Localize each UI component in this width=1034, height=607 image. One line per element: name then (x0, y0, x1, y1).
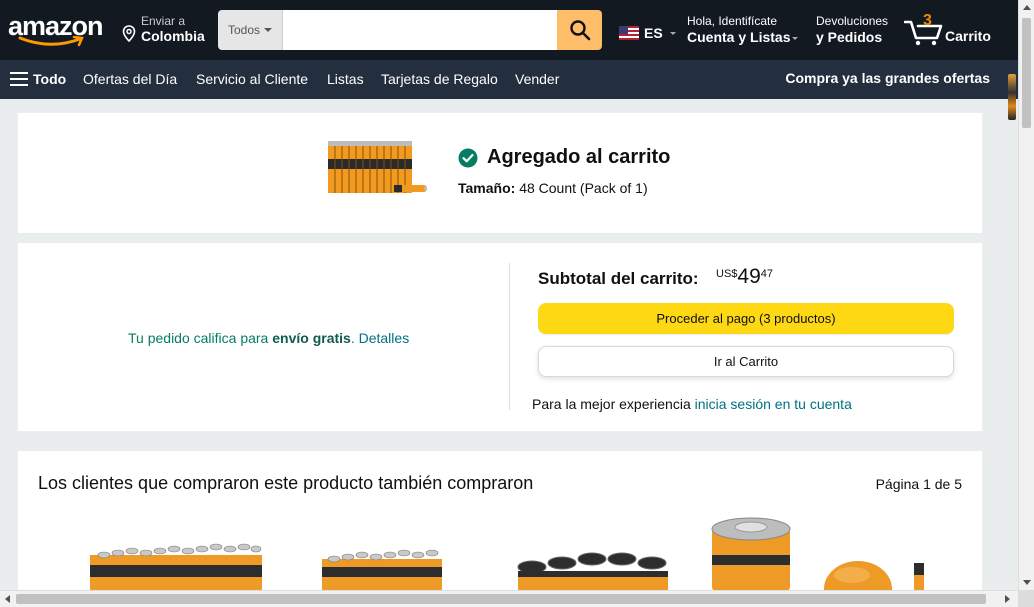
hamburger-icon (10, 72, 28, 86)
nav-link-gift-cards[interactable]: Tarjetas de Regalo (381, 71, 498, 87)
offscreen-product-peek (1008, 74, 1016, 120)
returns-orders-link[interactable]: Devoluciones y Pedidos (816, 14, 888, 45)
added-title: Agregado al carrito (458, 146, 670, 169)
product-size: Tamaño: 48 Count (Pack of 1) (458, 180, 648, 196)
smile-arrow-icon (18, 36, 84, 47)
signin-link[interactable]: inicia sesión en tu cuenta (695, 396, 852, 412)
all-menu-button[interactable]: Todo (10, 71, 66, 87)
subtotal-label: Subtotal del carrito: (538, 269, 699, 288)
recommendations-card: Los clientes que compraron este producto… (18, 451, 982, 590)
deliver-country: Colombia (141, 28, 205, 44)
language-selector[interactable]: ES (619, 25, 676, 41)
nav-link-sell[interactable]: Vender (515, 71, 559, 87)
cart-link[interactable]: 3 Carrito (904, 12, 996, 48)
search-category-select[interactable]: Todos (218, 10, 283, 50)
signin-message: Para la mejor experiencia inicia sesión … (532, 396, 852, 412)
divider (509, 263, 510, 410)
chevron-down-icon (264, 28, 273, 32)
us-flag-icon (619, 26, 639, 40)
recommended-product-3[interactable] (514, 547, 674, 590)
promo-link[interactable]: Compra ya las grandes ofertas (785, 70, 990, 86)
secondary-nav: Todo Ofertas del Día Servicio al Cliente… (0, 60, 1034, 99)
vertical-scroll-thumb[interactable] (1022, 18, 1031, 128)
recommendations-heading: Los clientes que compraron este producto… (38, 473, 534, 493)
go-to-cart-button[interactable]: Ir al Carrito (538, 346, 954, 377)
vertical-scrollbar[interactable] (1018, 0, 1034, 590)
scroll-up-arrow-icon[interactable] (1023, 5, 1031, 10)
scroll-left-arrow-icon[interactable] (5, 595, 10, 603)
search-input[interactable] (283, 10, 557, 50)
subtotal-price: US$4947 (716, 265, 774, 288)
free-shipping-message: Tu pedido califica para envío gratis. De… (128, 330, 410, 346)
added-to-cart-card: Agregado al carrito Tamaño: 48 Count (Pa… (18, 113, 982, 233)
nav-link-lists[interactable]: Listas (327, 71, 364, 87)
proceed-to-checkout-button[interactable]: Proceder al pago (3 productos) (538, 303, 954, 334)
nav-link-deals[interactable]: Ofertas del Día (83, 71, 177, 87)
search-icon (569, 20, 590, 41)
amazon-logo[interactable]: amazon (8, 12, 106, 48)
recommended-product-6[interactable] (914, 563, 924, 590)
scroll-right-arrow-icon[interactable] (1005, 595, 1010, 603)
top-header: amazon Enviar a Colombia Todos ES Hola, … (0, 0, 1034, 60)
check-circle-icon (458, 148, 478, 167)
subtotal-card: Tu pedido califica para envío gratis. De… (18, 243, 982, 431)
recommended-product-1[interactable] (90, 543, 265, 590)
deliver-label: Enviar a (141, 14, 186, 28)
product-thumbnail[interactable] (324, 139, 428, 203)
chevron-down-icon (669, 31, 676, 35)
location-pin-icon (122, 25, 136, 42)
horizontal-scroll-thumb[interactable] (16, 594, 986, 604)
recommended-product-4[interactable] (708, 515, 798, 590)
cart-count-badge: 3 (923, 12, 932, 29)
scrollbar-corner (1018, 591, 1034, 607)
account-menu[interactable]: Hola, Identifícate Cuenta y Listas (687, 14, 799, 45)
search-button[interactable] (557, 10, 602, 50)
carousel-pager: Página 1 de 5 (875, 476, 962, 492)
nav-link-customer-service[interactable]: Servicio al Cliente (196, 71, 308, 87)
recommended-product-2[interactable] (322, 547, 444, 590)
horizontal-scrollbar[interactable] (0, 590, 1034, 607)
scroll-down-arrow-icon[interactable] (1023, 580, 1031, 585)
recommended-product-5[interactable] (822, 555, 892, 590)
details-link[interactable]: Detalles (359, 330, 410, 346)
search-bar: Todos (218, 10, 602, 50)
chevron-down-icon (792, 36, 799, 40)
